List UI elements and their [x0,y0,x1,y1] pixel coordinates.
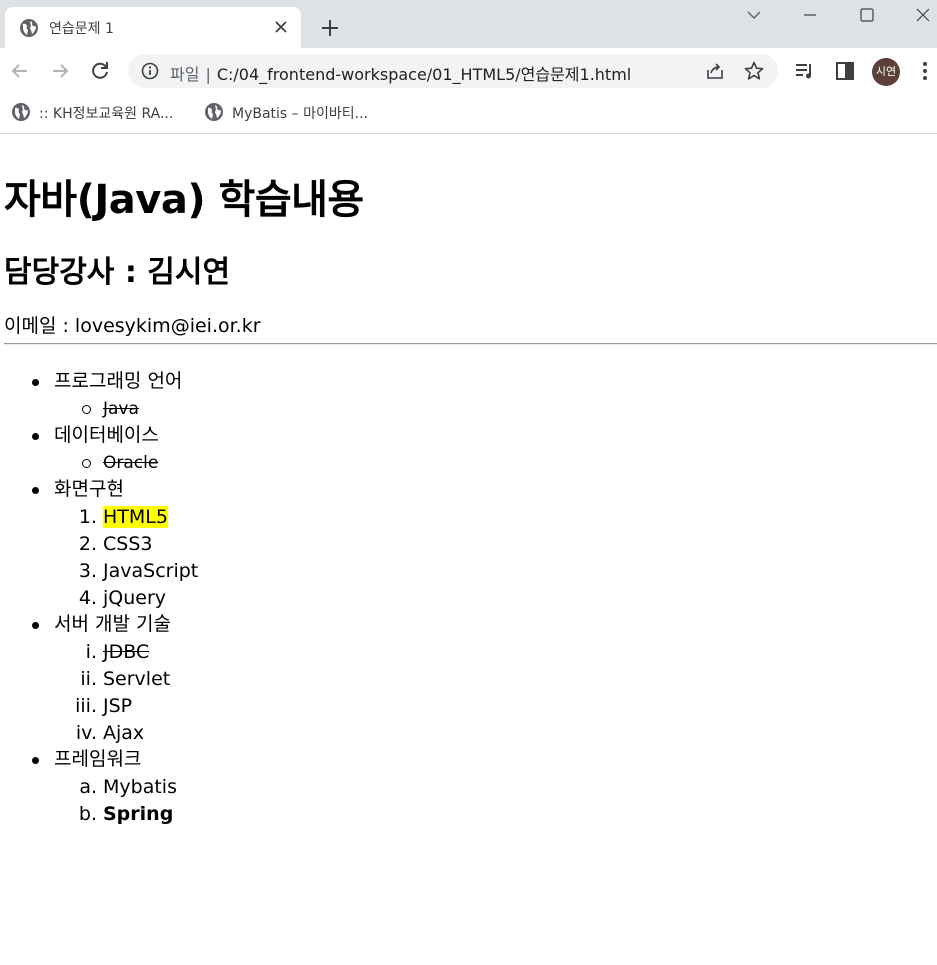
list-item: Servlet [103,668,171,690]
list-bullet [32,433,39,440]
list-item: JavaScript [103,560,199,582]
list-item: jQuery [103,587,167,609]
page-title: 자바(Java) 학습내용 [4,177,364,223]
page-content: 자바(Java) 학습내용 담당강사 : 김시연 이메일 : lovesykim… [0,135,937,965]
profile-avatar[interactable]: 시연 [872,58,900,86]
forward-arrow-icon[interactable] [48,59,72,83]
reload-icon[interactable] [88,59,112,83]
list-item: JSP [103,695,133,717]
list-marker: a. [79,776,97,798]
side-panel-icon[interactable] [833,59,857,83]
list-marker: 4. [78,587,97,609]
list-item-section: 프로그래밍 언어 [54,370,183,392]
list-bullet-circle [82,459,91,468]
highlighted-text: HTML5 [103,506,168,528]
bookmark-label: :: KH정보교육원 RA... [39,106,174,122]
list-marker: ii. [80,668,97,690]
list-item-section: 데이터베이스 [54,424,159,446]
url-scheme: 파일 [170,65,200,84]
list-marker: 3. [78,560,97,582]
url-text: 파일 | C:/04_frontend-workspace/01_HTML5/연습문… [170,61,631,85]
globe-icon [12,103,30,121]
list-bullet [32,379,39,386]
list-bullet [32,757,39,764]
new-tab-icon[interactable] [318,16,342,40]
list-marker: i. [85,641,97,663]
globe-icon [205,103,223,121]
list-marker: iii. [75,695,97,717]
tab-title: 연습문제 1 [49,21,114,37]
address-bar[interactable]: 파일 | C:/04_frontend-workspace/01_HTML5/연습문… [128,54,778,88]
tab-search-chevron-icon[interactable] [740,4,768,26]
close-tab-icon[interactable] [273,19,289,35]
bookmarks-bar: :: KH정보교육원 RA... MyBatis – 마이바티... [0,94,937,134]
list-item: Oracle [103,453,159,473]
list-item-section: 서버 개발 기술 [54,613,171,635]
share-icon[interactable] [704,60,726,82]
list-item: Spring [103,803,174,825]
email-line: 이메일 : lovesykim@iei.or.kr [4,315,261,337]
minimize-icon[interactable] [796,4,824,26]
page-subtitle: 담당강사 : 김시연 [4,255,231,290]
list-item: Ajax [103,722,145,744]
browser-toolbar: 파일 | C:/04_frontend-workspace/01_HTML5/연습문… [0,48,937,94]
bookmark-mybatis[interactable]: MyBatis – 마이바티... [204,102,384,124]
list-bullet [32,622,39,629]
url-separator: | [205,65,211,84]
close-window-icon[interactable] [909,4,937,26]
back-arrow-icon[interactable] [8,59,32,83]
list-item: CSS3 [103,533,153,555]
tab-strip: 연습문제 1 [0,0,937,48]
reading-list-icon[interactable] [793,59,817,83]
bookmark-star-icon[interactable] [743,60,765,82]
list-marker: iv. [75,722,97,744]
globe-icon [20,19,38,37]
active-tab[interactable]: 연습문제 1 [5,7,301,48]
more-menu-icon[interactable] [913,59,937,83]
list-item: Java [103,399,139,419]
divider [4,343,937,345]
bookmark-label: MyBatis – 마이바티... [232,106,368,122]
list-item-section: 화면구현 [54,478,124,500]
list-bullet [32,487,39,494]
list-item-section: 프레임워크 [54,748,142,770]
info-icon[interactable] [140,61,160,81]
list-item: Mybatis [103,776,177,798]
list-marker: 1. [78,506,97,528]
url: C:/04_frontend-workspace/01_HTML5/연습문제1.… [216,65,632,84]
maximize-icon[interactable] [853,4,881,26]
list-bullet-circle [82,405,91,414]
list-marker: b. [78,803,97,825]
bookmark-kh[interactable]: :: KH정보교육원 RA... [11,102,191,124]
list-marker: 2. [78,533,97,555]
list-item: HTML5 [103,505,168,529]
list-item: JDBC [103,641,150,663]
